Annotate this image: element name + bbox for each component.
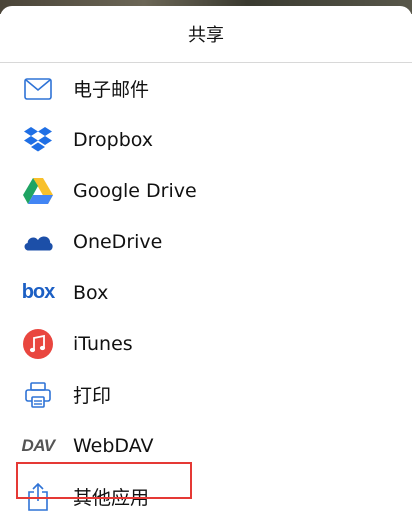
share-option-label: Dropbox (73, 128, 154, 151)
share-option-label: 打印 (73, 385, 112, 407)
share-option-dropbox[interactable]: Dropbox (0, 114, 412, 165)
share-option-label: iTunes (73, 332, 133, 355)
webdav-icon: DAV (21, 435, 55, 455)
sheet-title: 共享 (188, 25, 224, 46)
itunes-icon (22, 328, 54, 360)
share-option-box[interactable]: box Box (0, 267, 412, 318)
share-option-itunes[interactable]: iTunes (0, 318, 412, 369)
share-sheet: 共享 电子邮件 Dropbox Google Drive OneDrive bo… (0, 6, 412, 530)
share-options-list: 电子邮件 Dropbox Google Drive OneDrive box B… (0, 63, 412, 522)
share-option-print[interactable]: 打印 (0, 369, 412, 420)
share-option-label: OneDrive (73, 230, 163, 253)
printer-icon (22, 379, 54, 411)
share-option-label: Box (73, 281, 109, 304)
share-option-google-drive[interactable]: Google Drive (0, 165, 412, 216)
share-option-label: WebDAV (73, 434, 154, 457)
share-option-email[interactable]: 电子邮件 (0, 63, 412, 114)
highlight-box (16, 462, 192, 499)
share-option-label: 电子邮件 (73, 79, 150, 101)
dropbox-icon (22, 124, 54, 156)
google-drive-icon (22, 175, 54, 207)
onedrive-icon (22, 226, 54, 258)
mail-icon (22, 73, 54, 105)
share-option-label: Google Drive (73, 179, 197, 202)
box-icon: box (21, 281, 56, 303)
share-option-onedrive[interactable]: OneDrive (0, 216, 412, 267)
